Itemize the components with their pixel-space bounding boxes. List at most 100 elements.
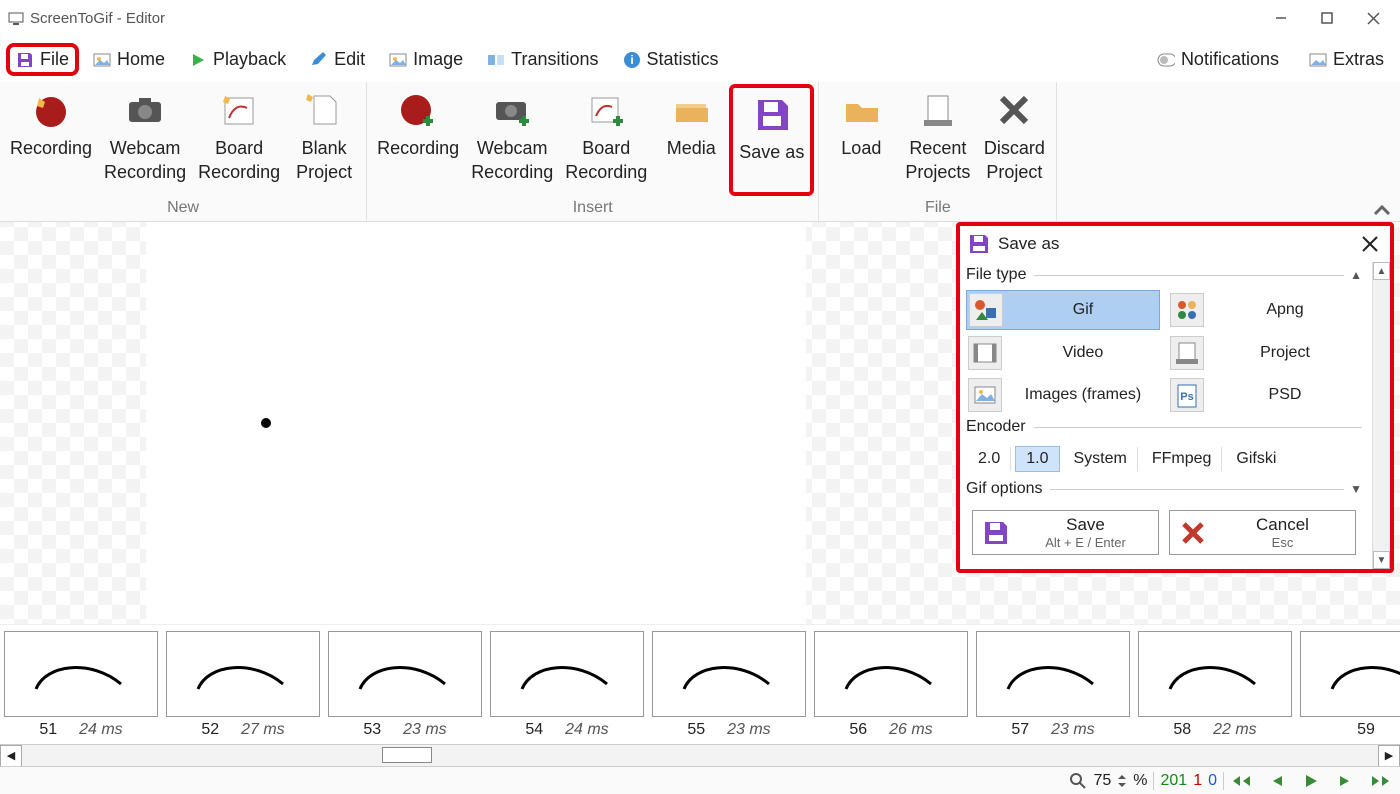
frame-thumb bbox=[652, 631, 806, 717]
zoom-stepper[interactable] bbox=[1117, 773, 1127, 789]
encoder-ffmpeg[interactable]: FFmpeg bbox=[1142, 447, 1223, 471]
menubar: File Home Playback Edit Image Transition… bbox=[0, 36, 1400, 82]
group-label-file: File bbox=[925, 199, 951, 221]
recent-projects-button[interactable]: RecentProjects bbox=[899, 84, 976, 188]
magnify-icon[interactable] bbox=[1069, 772, 1087, 790]
new-webcam-button[interactable]: WebcamRecording bbox=[98, 84, 192, 188]
scroll-up-button[interactable]: ▲ bbox=[1373, 262, 1390, 280]
nav-play-button[interactable] bbox=[1304, 774, 1318, 788]
new-recording-button[interactable]: Recording bbox=[4, 84, 98, 188]
chevron-down-icon[interactable]: ▼ bbox=[1350, 482, 1362, 496]
frames-strip: 5124 ms 5227 ms 5323 ms 5424 ms 5523 ms … bbox=[0, 624, 1400, 744]
ribbon-collapse-button[interactable] bbox=[1370, 201, 1394, 219]
frame-item[interactable]: 59 bbox=[1300, 631, 1400, 739]
frame-item[interactable]: 5424 ms bbox=[490, 631, 644, 739]
scroll-track[interactable] bbox=[22, 745, 1378, 767]
save-panel-scrollbar[interactable]: ▲ ▼ bbox=[1372, 262, 1390, 569]
save-as-panel: Save as File type ▲ Gif bbox=[956, 222, 1394, 573]
new-board-button[interactable]: BoardRecording bbox=[192, 84, 286, 188]
nav-next-button[interactable] bbox=[1336, 774, 1352, 788]
discard-icon bbox=[992, 88, 1036, 132]
encoder-2-0[interactable]: 2.0 bbox=[968, 447, 1011, 471]
tab-transitions[interactable]: Transitions bbox=[477, 45, 608, 74]
extras-icon bbox=[1309, 51, 1327, 69]
transitions-icon bbox=[487, 51, 505, 69]
tab-statistics[interactable]: i Statistics bbox=[613, 45, 729, 74]
frame-item[interactable]: 53 23 ms bbox=[328, 631, 482, 739]
frame-item[interactable]: 58 22 ms bbox=[1138, 631, 1292, 739]
frame-item[interactable]: 5523 ms bbox=[652, 631, 806, 739]
notifications-button[interactable]: Notifications bbox=[1147, 45, 1289, 74]
insert-media-button[interactable]: Media bbox=[653, 84, 729, 188]
encoder-1-0[interactable]: 1.0 bbox=[1015, 446, 1059, 472]
insert-board-button[interactable]: BoardRecording bbox=[559, 84, 653, 188]
frame-duration: 26 ms bbox=[889, 721, 933, 739]
tab-home[interactable]: Home bbox=[83, 45, 175, 74]
gif-options-heading: Gif options bbox=[966, 480, 1042, 498]
ribbon-group-insert: Recording WebcamRecording BoardRecording… bbox=[367, 82, 819, 221]
folder-open-icon bbox=[839, 88, 883, 132]
frame-item[interactable]: 5626 ms bbox=[814, 631, 968, 739]
scroll-right-button[interactable]: ▶ bbox=[1378, 745, 1400, 767]
encoder-system[interactable]: System bbox=[1064, 447, 1138, 471]
discard-project-button[interactable]: DiscardProject bbox=[976, 84, 1052, 188]
frame-number: 55 bbox=[687, 721, 705, 739]
save-icon bbox=[968, 233, 990, 255]
scroll-down-button[interactable]: ▼ bbox=[1373, 551, 1390, 569]
file-type-images[interactable]: Images (frames) bbox=[966, 376, 1160, 414]
frame-number: 54 bbox=[525, 721, 543, 739]
frame-duration: 22 ms bbox=[1213, 721, 1257, 739]
frame-duration: 24 ms bbox=[79, 721, 123, 739]
encoder-gifski[interactable]: Gifski bbox=[1226, 447, 1286, 471]
file-type-gif[interactable]: Gif bbox=[966, 290, 1160, 330]
recent-icon bbox=[916, 88, 960, 132]
insert-webcam-button[interactable]: WebcamRecording bbox=[465, 84, 559, 188]
file-type-project[interactable]: Project bbox=[1168, 334, 1362, 372]
save-panel-close-button[interactable] bbox=[1358, 232, 1382, 256]
tab-playback[interactable]: Playback bbox=[179, 45, 296, 74]
close-button[interactable] bbox=[1350, 2, 1396, 34]
minimize-button[interactable] bbox=[1258, 2, 1304, 34]
frame-item[interactable]: 5124 ms bbox=[4, 631, 158, 739]
statusbar: 75 % 201 1 0 bbox=[0, 766, 1400, 794]
file-type-apng[interactable]: Apng bbox=[1168, 290, 1362, 330]
frame-thumb bbox=[4, 631, 158, 717]
maximize-button[interactable] bbox=[1304, 2, 1350, 34]
frame-item[interactable]: 5723 ms bbox=[976, 631, 1130, 739]
frame-duration: 27 ms bbox=[241, 721, 285, 739]
tab-edit[interactable]: Edit bbox=[300, 45, 375, 74]
chevron-up-icon[interactable]: ▲ bbox=[1350, 268, 1362, 282]
ribbon: Recording WebcamRecording BoardRecording… bbox=[0, 82, 1400, 222]
cancel-button[interactable]: Cancel Esc bbox=[1169, 510, 1356, 555]
ribbon-group-file: Load RecentProjects DiscardProject File bbox=[819, 82, 1057, 221]
load-button[interactable]: Load bbox=[823, 84, 899, 188]
frame-number: 53 bbox=[363, 721, 381, 739]
file-type-psd[interactable]: Ps PSD bbox=[1168, 376, 1362, 414]
frame-number: 58 bbox=[1173, 721, 1191, 739]
scroll-thumb[interactable] bbox=[382, 747, 432, 763]
frame-duration: 23 ms bbox=[403, 721, 447, 739]
psd-icon: Ps bbox=[1170, 378, 1204, 412]
nav-first-button[interactable] bbox=[1230, 774, 1252, 788]
frames-hscroll[interactable]: ◀ ▶ bbox=[0, 744, 1400, 766]
frame-number: 57 bbox=[1011, 721, 1029, 739]
tab-image[interactable]: Image bbox=[379, 45, 473, 74]
canvas[interactable] bbox=[146, 222, 806, 624]
save-icon bbox=[981, 518, 1011, 548]
file-type-heading: File type bbox=[966, 266, 1026, 284]
insert-recording-button[interactable]: Recording bbox=[371, 84, 465, 188]
record-add-icon bbox=[396, 88, 440, 132]
nav-prev-button[interactable] bbox=[1270, 774, 1286, 788]
file-type-video[interactable]: Video bbox=[966, 334, 1160, 372]
save-confirm-button[interactable]: Save Alt + E / Enter bbox=[972, 510, 1159, 555]
pencil-icon bbox=[310, 51, 328, 69]
new-blank-button[interactable]: BlankProject bbox=[286, 84, 362, 188]
encoder-heading: Encoder bbox=[966, 418, 1026, 436]
frame-item[interactable]: 5227 ms bbox=[166, 631, 320, 739]
scroll-left-button[interactable]: ◀ bbox=[0, 745, 22, 767]
save-as-button[interactable]: Save as bbox=[729, 84, 814, 196]
extras-button[interactable]: Extras bbox=[1299, 45, 1394, 74]
board-icon bbox=[217, 88, 261, 132]
nav-last-button[interactable] bbox=[1370, 774, 1392, 788]
tab-file[interactable]: File bbox=[6, 43, 79, 76]
